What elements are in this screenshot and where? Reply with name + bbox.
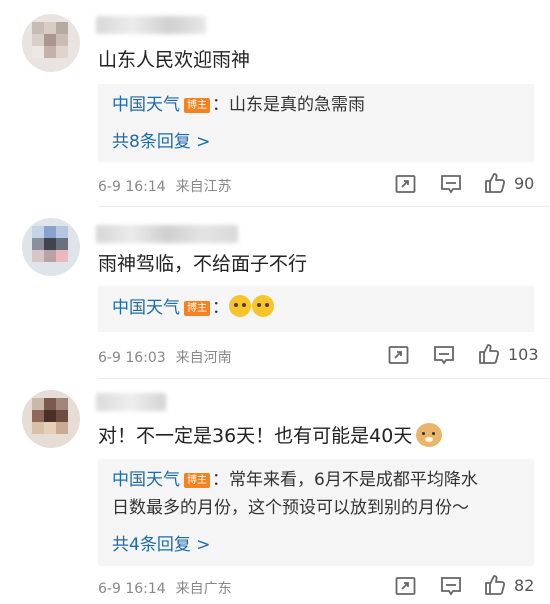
reply-text: ：常年来看，6月不是成都平均降水 <box>212 470 478 490</box>
username-blurred[interactable] <box>96 393 166 411</box>
reply-line-continued: 日数最多的月份，这个预设可以放到别的月份～ <box>112 498 469 518</box>
more-replies-link[interactable]: 共4条回复 > <box>112 530 210 555</box>
doge-emoji-icon <box>416 423 443 447</box>
comment-location: 来自广东 <box>175 581 232 597</box>
reply-box[interactable]: 中国天气 博主 ：常年来看，6月不是成都平均降水 日数最多的月份，这个预设可以放到别… <box>98 459 534 566</box>
comment-icon <box>441 577 461 596</box>
repost-icon <box>395 577 416 595</box>
author-badge: 博主 <box>184 473 210 488</box>
comment-meta: 6-9 16:14 来自广东 <box>98 578 232 598</box>
comment-text: 对！不一定是36天！也有可能是40天 <box>98 423 443 448</box>
comment-time: 6-9 16:14 <box>98 581 166 597</box>
reply-author-link[interactable]: 中国天气 <box>112 470 180 490</box>
comment-text-body: 对！不一定是36天！也有可能是40天 <box>98 425 413 447</box>
like-button[interactable]: 82 <box>484 574 534 596</box>
thumbs-up-icon <box>485 575 506 595</box>
comment-item: 对！不一定是36天！也有可能是40天 中国天气 博主 ：常年来看，6月不是成都平均降… <box>0 0 550 604</box>
comment-button[interactable] <box>440 576 462 596</box>
like-count: 82 <box>514 575 535 595</box>
avatar[interactable] <box>22 390 80 448</box>
repost-button[interactable] <box>395 576 417 596</box>
reply-line: 中国天气 博主 ：常年来看，6月不是成都平均降水 <box>112 467 478 493</box>
